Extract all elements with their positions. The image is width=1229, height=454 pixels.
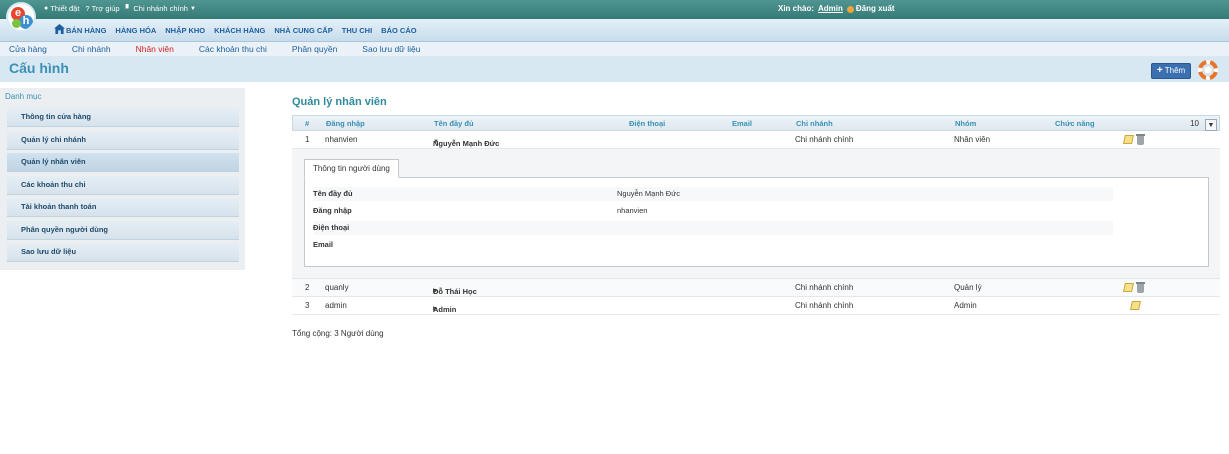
help-link[interactable]: ? Trợ giúp: [85, 4, 119, 13]
info-label: Email: [313, 240, 334, 249]
sub-menu-item[interactable]: Các khoản thu chi: [199, 44, 267, 54]
branch-selector[interactable]: ▘ Chi nhánh chính ▼: [126, 4, 196, 13]
row-num: 2: [305, 283, 310, 292]
help-icon: ?: [85, 4, 90, 13]
logout-link[interactable]: Đăng xuất: [846, 4, 895, 13]
tab-user-info[interactable]: Thông tin người dùng: [304, 159, 399, 178]
plus-icon: +: [1156, 65, 1163, 76]
info-row-email: Email: [313, 238, 1113, 252]
sidebar-item[interactable]: Các khoản thu chi: [7, 175, 239, 195]
sidebar-item[interactable]: Tài khoản thanh toán: [7, 198, 239, 217]
main-menu: BÁN HÀNG HÀNG HÓA NHẬP KHO KHÁCH HÀNG NHÀ CU…: [0, 19, 1229, 42]
settings-link[interactable]: ● Thiết đặt: [44, 4, 79, 13]
col-num: #: [305, 119, 310, 128]
info-value: nhanvien: [617, 206, 648, 215]
main-menu-item[interactable]: THU CHI: [342, 26, 372, 35]
employee-table: # Đăng nhập Tên đầy đủ Điện thoại Email …: [292, 115, 1220, 315]
title-band: Cấu hình + Thêm: [0, 56, 1229, 82]
row-branch: Chi nhánh chính: [795, 301, 854, 310]
logo-dot: [12, 19, 21, 28]
gear-icon: ●: [44, 5, 49, 12]
info-label: Điện thoại: [313, 223, 350, 232]
table-header: # Đăng nhập Tên đầy đủ Điện thoại Email …: [292, 115, 1220, 131]
main-menu-item[interactable]: NHÀ CUNG CẤP: [274, 26, 332, 35]
user-detail-panel: Thông tin người dùng Tên đầy đủ Nguyễn M…: [292, 149, 1220, 279]
home-icon[interactable]: [54, 24, 65, 34]
sub-menu: Cửa hàng Chi nhánh Nhân viên Các khoản thu …: [0, 42, 1229, 56]
lifebuoy-icon[interactable]: [1198, 60, 1218, 80]
sidebar: Danh mục Thông tin cửa hàng Quản lý chi n…: [0, 88, 245, 270]
branch-icon: ▘: [125, 4, 132, 13]
col-branch[interactable]: Chi nhánh: [796, 119, 833, 128]
logout-icon: [846, 5, 854, 13]
row-branch: Chi nhánh chính: [795, 283, 854, 292]
table-row[interactable]: 2 quanly ▶ Đỗ Thái Học Chi nhánh chính Qu…: [292, 279, 1220, 297]
info-label: Tên đầy đủ: [313, 189, 353, 198]
row-login: admin: [325, 301, 347, 310]
top-links: ● Thiết đặt ? Trợ giúp ▘ Chi nhánh chính ▼: [44, 4, 196, 13]
info-row-login: Đăng nhập nhanvien: [313, 204, 1113, 218]
sidebar-item[interactable]: Thông tin cửa hàng: [7, 108, 239, 127]
row-group: Nhân viên: [954, 135, 991, 144]
col-phone[interactable]: Điện thoại: [629, 119, 665, 128]
sub-menu-item[interactable]: Sao lưu dữ liệu: [362, 44, 420, 54]
chevron-down-icon: ▼: [189, 5, 196, 12]
sub-menu-item[interactable]: Phân quyền: [292, 44, 337, 54]
row-group: Quản lý: [954, 283, 982, 292]
col-function: Chức năng: [1055, 119, 1095, 128]
col-login[interactable]: Đăng nhập: [326, 119, 365, 128]
main-menu-item[interactable]: NHẬP KHO: [165, 26, 205, 35]
row-login: nhanvien: [325, 135, 358, 144]
sidebar-item[interactable]: Quản lý chi nhánh: [7, 130, 239, 150]
row-login: quanly: [325, 283, 349, 292]
table-row[interactable]: 1 nhanvien ▼ Nguyễn Mạnh Đức Chi nhánh ch…: [292, 131, 1220, 149]
welcome-area: Xin chào: Admin Đăng xuất: [778, 4, 895, 13]
edit-icon[interactable]: [1130, 301, 1141, 310]
sub-menu-item[interactable]: Nhân viên: [136, 44, 174, 54]
info-row-fullname: Tên đầy đủ Nguyễn Mạnh Đức: [313, 187, 1113, 201]
main-menu-item[interactable]: HÀNG HÓA: [115, 26, 156, 35]
chevron-down-icon[interactable]: ▼: [1205, 119, 1217, 131]
row-group: Admin: [954, 301, 977, 310]
user-link[interactable]: Admin: [818, 4, 843, 13]
sidebar-item[interactable]: Quản lý nhân viên: [7, 153, 239, 172]
sub-menu-item[interactable]: Chi nhánh: [72, 44, 111, 54]
user-info-box: Tên đầy đủ Nguyễn Mạnh Đức Đăng nhập nha…: [304, 177, 1209, 267]
sidebar-item[interactable]: Phân quyền người dùng: [7, 220, 239, 240]
main-menu-item[interactable]: KHÁCH HÀNG: [214, 26, 265, 35]
info-label: Đăng nhập: [313, 206, 352, 215]
row-num: 3: [305, 301, 310, 310]
sidebar-heading: Danh mục: [5, 92, 42, 101]
col-email[interactable]: Email: [732, 119, 752, 128]
app-logo[interactable]: e h: [6, 2, 36, 32]
welcome-text: Xin chào:: [778, 4, 815, 13]
info-row-phone: Điện thoại: [313, 221, 1113, 235]
edit-icon[interactable]: [1123, 135, 1134, 144]
add-button[interactable]: + Thêm: [1151, 63, 1191, 79]
logo-letter-h: h: [19, 15, 33, 29]
row-branch: Chi nhánh chính: [795, 135, 854, 144]
edit-icon[interactable]: [1123, 283, 1134, 292]
sub-menu-item[interactable]: Cửa hàng: [9, 44, 47, 54]
delete-icon[interactable]: [1136, 282, 1145, 293]
total-count: Tổng cộng: 3 Người dùng: [292, 329, 384, 338]
sidebar-item[interactable]: Sao lưu dữ liệu: [7, 243, 239, 262]
table-row[interactable]: 3 admin ▶ Admin Chi nhánh chính Admin: [292, 297, 1220, 315]
delete-icon[interactable]: [1136, 134, 1145, 145]
info-value: Nguyễn Mạnh Đức: [617, 189, 680, 198]
main-menu-item[interactable]: BÁN HÀNG: [66, 26, 106, 35]
section-title: Quản lý nhân viên: [292, 96, 387, 108]
row-num: 1: [305, 135, 310, 144]
col-fullname[interactable]: Tên đầy đủ: [434, 119, 474, 128]
page-title: Cấu hình: [9, 60, 69, 76]
main-menu-item[interactable]: BÁO CÁO: [381, 26, 416, 35]
page-size-value[interactable]: 10: [1190, 119, 1199, 128]
col-group[interactable]: Nhóm: [955, 119, 976, 128]
top-bar: ● Thiết đặt ? Trợ giúp ▘ Chi nhánh chính ▼ X…: [0, 0, 1229, 19]
